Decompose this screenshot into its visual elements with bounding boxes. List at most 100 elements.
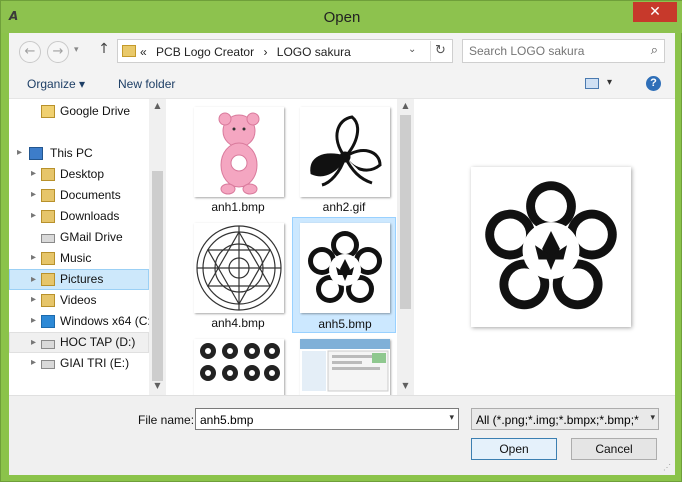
magic-circle-icon: [194, 223, 284, 313]
nav-item-label: Pictures: [60, 272, 104, 286]
search-box[interactable]: ⌕: [462, 39, 665, 63]
nav-item-pictures[interactable]: ▸ Pictures: [9, 269, 149, 290]
change-view-icon[interactable]: [585, 78, 599, 89]
view-options-dropdown[interactable]: ▾: [607, 77, 612, 88]
new-folder-button[interactable]: New folder: [118, 77, 175, 91]
nav-item-hoc-tap-d[interactable]: ▸ HOC TAP (D:): [9, 332, 149, 353]
scroll-down-arrow-icon[interactable]: ▼: [397, 381, 414, 390]
expand-caret-icon[interactable]: ▸: [31, 337, 36, 348]
file-type-value: All (*.png;*.img;*.bmpx;*.bmp;*: [476, 413, 639, 427]
back-arrow-icon: ←: [24, 44, 36, 59]
chevron-down-icon[interactable]: ▾: [449, 413, 454, 423]
windows-drive-icon: [41, 315, 55, 328]
expand-caret-icon[interactable]: ▸: [31, 210, 36, 221]
address-bar-row: ← → ▾ ↑ « PCB Logo Creator › LOGO sakura…: [9, 33, 675, 69]
breadcrumb-item-pcb-logo-creator[interactable]: PCB Logo Creator: [156, 45, 254, 59]
breadcrumb-separator[interactable]: ›: [263, 45, 267, 59]
file-tile-anh2[interactable]: anh2.gif: [292, 101, 396, 217]
close-icon: ✕: [649, 4, 661, 20]
scrollbar-thumb[interactable]: [400, 115, 411, 309]
file-list[interactable]: anh1.bmp anh2.gif anh4.bmp anh5.bmp: [182, 99, 398, 395]
nav-item-label: Music: [60, 251, 92, 265]
scroll-up-arrow-icon[interactable]: ▲: [397, 101, 414, 110]
expand-caret-icon[interactable]: ▸: [31, 294, 36, 305]
nav-item-label: GIAI TRI (E:): [60, 356, 130, 370]
file-name-label: anh1.bmp: [211, 200, 265, 214]
expand-caret-icon[interactable]: ▸: [31, 357, 36, 368]
scroll-up-arrow-icon[interactable]: ▲: [149, 101, 166, 110]
file-name-value[interactable]: anh5.bmp: [200, 413, 253, 427]
file-name-field[interactable]: anh5.bmp ▾: [195, 408, 459, 430]
search-input[interactable]: [469, 41, 645, 61]
file-list-scrollbar[interactable]: ▲ ▼: [397, 99, 414, 395]
expand-caret-icon[interactable]: ▸: [17, 147, 22, 158]
nav-item-gmail-drive[interactable]: GMail Drive: [9, 227, 149, 248]
flower-grid-icon: [194, 339, 284, 395]
up-arrow-icon: ↑: [98, 41, 110, 57]
flower-outline-icon: [300, 107, 390, 197]
folder-icon: [122, 45, 136, 57]
nav-item-label: HOC TAP (D:): [60, 335, 136, 349]
chevron-down-icon[interactable]: ▾: [650, 413, 655, 423]
search-icon[interactable]: ⌕: [651, 43, 658, 58]
expand-caret-icon[interactable]: ▸: [31, 189, 36, 200]
nav-item-this-pc[interactable]: ▸ This PC: [9, 143, 149, 164]
file-tile-anh1[interactable]: anh1.bmp: [186, 101, 290, 217]
nav-item-label: Downloads: [60, 209, 120, 223]
file-type-select[interactable]: All (*.png;*.img;*.bmpx;*.bmp;* ▾: [471, 408, 659, 430]
help-icon[interactable]: ?: [646, 76, 661, 91]
drive-icon: [41, 340, 55, 349]
expand-caret-icon[interactable]: ▸: [31, 274, 36, 285]
address-history-dropdown[interactable]: ⌄: [408, 44, 416, 55]
nav-item-windows-c[interactable]: ▸ Windows x64 (C:): [9, 311, 165, 332]
nav-item-videos[interactable]: ▸ Videos: [9, 290, 149, 311]
music-folder-icon: [41, 252, 55, 265]
refresh-icon: ↻: [435, 43, 446, 58]
nav-item-label: GMail Drive: [60, 230, 123, 244]
nav-item-google-drive[interactable]: Google Drive: [9, 101, 149, 122]
resize-grip-icon[interactable]: ⋰: [663, 463, 673, 473]
breadcrumb-item-logo-sakura[interactable]: LOGO sakura: [277, 45, 351, 59]
organize-button[interactable]: Organize ▾: [27, 77, 85, 91]
computer-icon: [29, 147, 43, 160]
navigation-pane[interactable]: Google Drive ▸ This PC ▸ Desktop ▸ Docum…: [9, 99, 165, 395]
cancel-button[interactable]: Cancel: [571, 438, 657, 460]
file-name-label: anh2.gif: [322, 200, 366, 214]
file-tile-anh5[interactable]: anh5.bmp: [292, 217, 396, 333]
forward-button[interactable]: →: [47, 41, 69, 63]
recent-locations-button[interactable]: ▾: [74, 45, 79, 55]
nav-item-label: Videos: [60, 293, 97, 307]
breadcrumb: « PCB Logo Creator › LOGO sakura: [140, 45, 357, 59]
up-button[interactable]: ↑: [97, 41, 111, 61]
expand-caret-icon[interactable]: ▸: [31, 168, 36, 179]
nav-item-giai-tri-e[interactable]: ▸ GIAI TRI (E:): [9, 353, 149, 374]
refresh-button[interactable]: ↻: [430, 41, 450, 61]
nav-item-desktop[interactable]: ▸ Desktop: [9, 164, 149, 185]
open-button[interactable]: Open: [471, 438, 557, 460]
file-tile-flower-grid[interactable]: [186, 333, 290, 395]
close-button[interactable]: ✕: [633, 2, 677, 22]
expand-caret-icon[interactable]: ▸: [31, 252, 36, 263]
file-tile-anh4[interactable]: anh4.bmp: [186, 217, 290, 333]
forward-arrow-icon: →: [52, 44, 64, 59]
file-name-bar: File name: anh5.bmp ▾ All (*.png;*.img;*…: [9, 395, 675, 475]
chevron-down-icon: ⌄: [408, 44, 417, 55]
nav-item-music[interactable]: ▸ Music: [9, 248, 149, 269]
sakura-crest-icon: [485, 181, 617, 310]
nav-item-downloads[interactable]: ▸ Downloads: [9, 206, 149, 227]
open-dialog: A Open ✕ ← → ▾ ↑ « PCB Logo Creator › LO…: [0, 0, 682, 482]
scrollbar-thumb[interactable]: [152, 171, 163, 381]
chevron-down-icon: ▾: [74, 45, 79, 55]
scroll-down-arrow-icon[interactable]: ▼: [149, 381, 166, 390]
expand-caret-icon[interactable]: ▸: [31, 315, 36, 326]
sakura-crest-icon: [300, 223, 390, 313]
address-box[interactable]: « PCB Logo Creator › LOGO sakura ⌄ ↻: [117, 39, 453, 63]
pictures-folder-icon: [41, 273, 55, 286]
nav-item-documents[interactable]: ▸ Documents: [9, 185, 149, 206]
file-tile-screenshot[interactable]: [292, 333, 396, 395]
back-button[interactable]: ←: [19, 41, 41, 63]
breadcrumb-overflow[interactable]: «: [140, 45, 147, 59]
folder-icon: [41, 189, 55, 202]
title-bar[interactable]: A Open ✕: [1, 1, 682, 33]
navigation-scrollbar[interactable]: ▲ ▼: [149, 99, 166, 395]
